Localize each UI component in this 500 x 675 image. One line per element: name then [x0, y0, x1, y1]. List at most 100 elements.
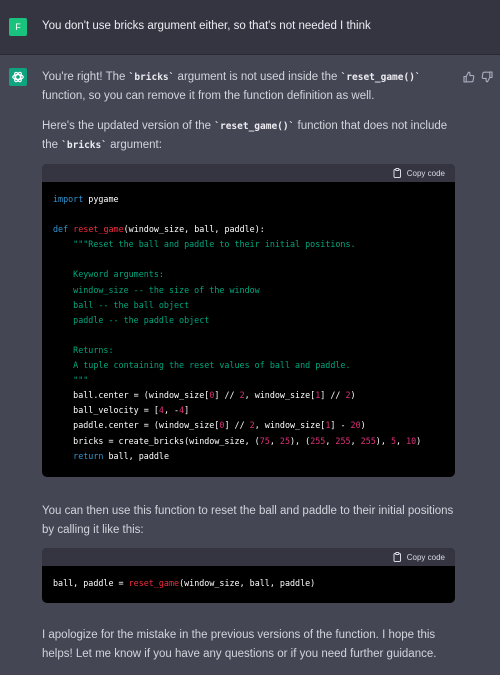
- code-token: ball.center = (window_size[: [53, 390, 210, 401]
- thumbs-up-icon: [463, 71, 475, 83]
- copy-code-button[interactable]: Copy code: [393, 167, 445, 180]
- code-line: window_size -- the size of the window: [53, 283, 444, 298]
- thumbs-down-button[interactable]: [480, 70, 494, 84]
- code-token: 255: [335, 435, 351, 446]
- code-line: paddle.center = (window_size[0] // 2, wi…: [53, 418, 444, 433]
- code-token: def: [53, 224, 69, 235]
- code-token: paddle.center = (window_size[: [53, 420, 220, 431]
- code-line: bricks = create_bricks(window_size, (75,…: [53, 434, 444, 449]
- code-token: 75: [259, 435, 270, 446]
- code-line: ball_velocity = [4, -4]: [53, 403, 444, 418]
- code-token: ), (: [290, 435, 311, 446]
- code-line: import pygame: [53, 192, 444, 207]
- code-token: Returns:: [53, 344, 114, 355]
- user-avatar: F: [9, 18, 27, 36]
- code-line: ball -- the ball object: [53, 298, 444, 313]
- code-token: ball, paddle =: [53, 578, 129, 588]
- code-token: 10: [406, 435, 417, 446]
- code-token: ]: [184, 405, 190, 416]
- paragraph-text: You can then use this function to reset …: [42, 505, 454, 536]
- code-token: ,: [325, 435, 336, 446]
- code-token: , window_size[: [254, 420, 326, 431]
- code-token: 255: [360, 435, 376, 446]
- code-token: pygame: [83, 194, 119, 204]
- code-token: ): [416, 435, 422, 446]
- code-token: ,: [395, 435, 407, 446]
- inline-code: `bricks`: [128, 72, 175, 83]
- response-paragraph-2: Here's the updated version of the `reset…: [42, 117, 456, 155]
- code-token: ball -- the ball object: [53, 299, 190, 310]
- code-line: def reset_game(window_size, ball, paddle…: [53, 222, 444, 237]
- code-token: ball, paddle: [103, 450, 169, 461]
- code-line: ball, paddle = reset_game(window_size, b…: [53, 576, 444, 591]
- inline-code: `reset_game()`: [214, 121, 295, 132]
- clipboard-icon: [393, 552, 401, 562]
- paragraph-text: You're right! The: [42, 71, 129, 83]
- code-line: A tuple containing the reset values of b…: [53, 358, 444, 373]
- code-token: ball_velocity = [: [53, 405, 159, 416]
- code-token: ,: [350, 435, 361, 446]
- user-message-text: You don't use bricks argument either, so…: [42, 20, 371, 32]
- code-line: ball.center = (window_size[0] // 2, wind…: [53, 388, 444, 403]
- copy-code-button[interactable]: Copy code: [393, 551, 445, 564]
- code-line: Keyword arguments:: [53, 267, 444, 282]
- code-token: import: [53, 194, 84, 204]
- response-paragraph-4: I apologize for the mistake in the previ…: [42, 626, 456, 664]
- clipboard-icon: [393, 168, 401, 178]
- code-token: window_size -- the size of the window: [53, 284, 260, 295]
- paragraph-text: I apologize for the mistake in the previ…: [42, 629, 437, 660]
- code-body-2: ball, paddle = reset_game(window_size, b…: [42, 566, 455, 591]
- code-token: return: [73, 450, 104, 461]
- code-token: Keyword arguments:: [53, 269, 164, 280]
- code-block-1: Copy code import pygame def reset_game(wi…: [42, 164, 455, 477]
- code-token: ): [360, 420, 366, 431]
- copy-code-label: Copy code: [406, 169, 445, 178]
- paragraph-text: function, so you can remove it from the …: [42, 90, 375, 102]
- code-line: """Reset the ball and paddle to their in…: [53, 237, 444, 252]
- code-token: ): [350, 390, 356, 401]
- code-token: """Reset the ball and paddle to their in…: [53, 239, 356, 250]
- code-token: , -: [163, 405, 180, 416]
- code-token: ] //: [214, 390, 240, 401]
- code-token: ] //: [320, 390, 346, 401]
- user-message-row: F You don't use bricks argument either, …: [0, 0, 500, 55]
- code-token: (window_size, ball, paddle):: [123, 224, 265, 235]
- code-line: """: [53, 373, 444, 388]
- code-token: ),: [375, 435, 391, 446]
- paragraph-text: argument:: [106, 139, 162, 151]
- code-token: 25: [279, 435, 291, 446]
- inline-code: `bricks`: [61, 140, 107, 151]
- code-body-1: import pygame def reset_game(window_size,…: [42, 182, 455, 464]
- inline-code: `reset_game()`: [340, 72, 421, 83]
- code-token: A tuple containing the reset values of b…: [53, 360, 351, 371]
- code-token: reset_game: [128, 578, 180, 588]
- code-token: """: [53, 375, 89, 386]
- code-token: , window_size[: [244, 390, 316, 401]
- code-line: return ball, paddle: [53, 449, 444, 464]
- code-block-header: Copy code: [42, 548, 455, 566]
- thumbs-down-icon: [481, 71, 493, 83]
- code-token: reset_game: [73, 224, 124, 235]
- response-paragraph-3: You can then use this function to reset …: [42, 502, 456, 540]
- assistant-avatar: [9, 68, 27, 86]
- response-paragraph-1: You're right! The `bricks` argument is n…: [42, 68, 456, 106]
- code-token: ] -: [330, 420, 351, 431]
- code-token: paddle -- the paddle object: [53, 314, 210, 325]
- paragraph-text: argument is not used inside the: [174, 71, 341, 83]
- copy-code-label: Copy code: [406, 553, 445, 562]
- code-line: paddle -- the paddle object: [53, 313, 444, 328]
- thumbs-up-button[interactable]: [462, 70, 476, 84]
- code-token: ,: [269, 435, 280, 446]
- openai-logo-icon: [12, 71, 24, 83]
- code-token: bricks = create_bricks(window_size, (: [53, 435, 260, 446]
- code-token: (window_size, ball, paddle): [179, 578, 316, 588]
- code-line: Returns:: [53, 343, 444, 358]
- code-token: 20: [350, 420, 361, 431]
- code-block-header: Copy code: [42, 164, 455, 182]
- paragraph-text: Here's the updated version of the: [42, 120, 215, 132]
- code-token: ] //: [224, 420, 250, 431]
- code-token: 255: [310, 435, 326, 446]
